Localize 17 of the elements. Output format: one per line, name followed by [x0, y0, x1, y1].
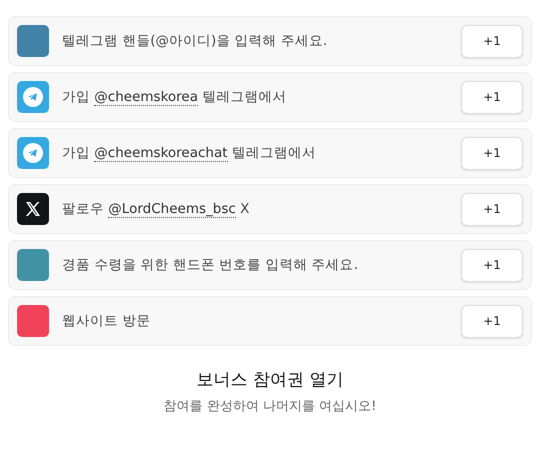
plus-one-button[interactable]: +1 — [461, 304, 523, 338]
bonus-title: 보너스 참여권 열기 — [196, 369, 344, 391]
task-text: 가입 @cheemskoreachat 텔레그램에서 — [62, 144, 317, 162]
handle-link[interactable]: @LordCheems_bsc — [108, 201, 236, 218]
handle-link[interactable]: @cheemskoreachat — [94, 145, 228, 162]
task-text: 웹사이트 방문 — [62, 312, 152, 330]
handle-link[interactable]: @cheemskorea — [94, 89, 198, 106]
plus-one-button[interactable]: +1 — [461, 192, 523, 226]
plus-one-button[interactable]: +1 — [461, 24, 523, 58]
bonus-subtitle: 참여를 완성하여 나머지를 여십시오! — [162, 398, 378, 415]
plus-one-button[interactable]: +1 — [461, 136, 523, 170]
plus-one-button[interactable]: +1 — [461, 248, 523, 282]
plus-one-button[interactable]: +1 — [461, 80, 523, 114]
task-text: 텔레그램 핸들(@아이디)을 입력해 주세요. — [62, 32, 328, 50]
task-text: 경품 수령을 위한 핸드폰 번호를 입력해 주세요. — [62, 256, 360, 274]
task-text: 팔로우 @LordCheems_bsc X — [62, 200, 250, 218]
task-text: 가입 @cheemskorea 텔레그램에서 — [62, 88, 288, 106]
